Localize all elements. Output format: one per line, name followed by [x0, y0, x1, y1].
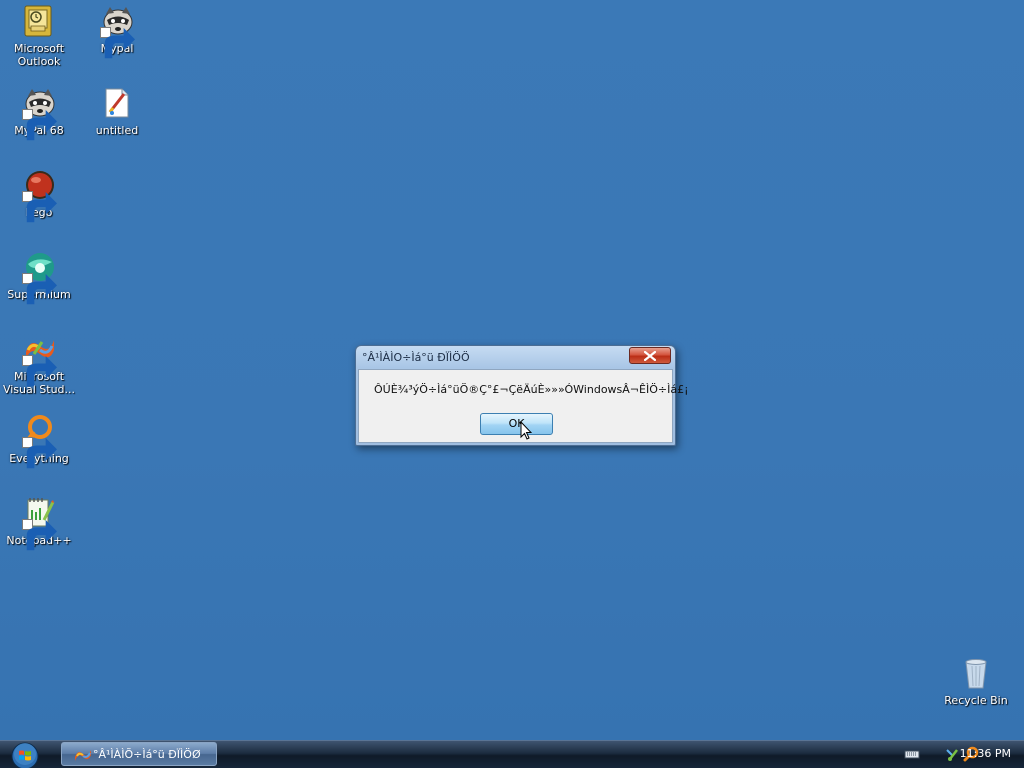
shortcut-arrow-icon [22, 191, 57, 223]
desktop-icon-pego[interactable]: Pego [0, 168, 78, 223]
dialog-titlebar[interactable]: °Â¹ÌÀÌO÷Ìá°ü ÐÏÌÖÖ [356, 346, 675, 370]
desktop-icon-supermium[interactable]: Supermium [0, 250, 78, 305]
shortcut-arrow-icon [22, 519, 57, 551]
dialog-title: °Â¹ÌÀÌO÷Ìá°ü ÐÏÌÖÖ [362, 351, 470, 364]
desktop-icon-label: untitled [95, 124, 139, 137]
dialog-message: ÔÚÈ¾³ýÖ÷Ìá°üÖ®Ç°£¬ÇëÄúÈ»»»ÓWindowsÂ¬ÊÌÖ÷… [374, 383, 689, 396]
shortcut-arrow-icon [22, 355, 57, 387]
pego-red-ball-icon [22, 168, 57, 223]
mypal-raccoon-icon [100, 4, 135, 59]
windows-start-orb-icon [11, 742, 39, 768]
desktop-icon-untitled[interactable]: untitled [78, 86, 156, 137]
desktop-icon-microsoft-outlook[interactable]: Microsoft Outlook [0, 4, 78, 68]
recycle-bin-icon [959, 656, 993, 690]
paint-document-icon [100, 86, 134, 120]
network-icon[interactable] [945, 746, 961, 762]
supermium-icon [22, 250, 57, 305]
desktop-icon-everything[interactable]: Everything [0, 414, 78, 469]
taskbar-app-label: °Â¹ÌÀÌÕ÷Ìá°ü ÐÏÌÖØ [93, 748, 201, 761]
desktop-icon-visual-studio[interactable]: Microsoft Visual Stud... [0, 332, 78, 396]
everything-search-icon [22, 414, 57, 469]
desktop-icon-label: Recycle Bin [944, 694, 1008, 707]
shortcut-arrow-icon [100, 27, 135, 59]
desktop-icon-label: Microsoft [13, 42, 65, 55]
visual-studio-icon [22, 332, 57, 387]
app-colorful-icon [75, 750, 91, 761]
keyboard-icon[interactable] [904, 746, 920, 762]
shortcut-arrow-icon [22, 273, 57, 305]
message-dialog: °Â¹ÌÀÌO÷Ìá°ü ÐÏÌÖÖ ÔÚÈ¾³ýÖ÷Ìá°üÖ®Ç°£¬ÇëÄ… [355, 345, 688, 446]
desktop-icon-mypal-68[interactable]: MyPal 68 [0, 86, 78, 141]
shortcut-arrow-icon [22, 437, 57, 469]
taskbar: °Â¹ÌÀÌÕ÷Ìá°ü ÐÏÌÖØ 11:36 PM [0, 740, 1024, 768]
start-button[interactable] [10, 741, 40, 768]
close-x-icon [644, 351, 656, 361]
system-tray: 11:36 PM [874, 741, 1024, 768]
tray-clock[interactable]: 11:36 PM [960, 747, 1011, 760]
notepadpp-icon [22, 496, 57, 551]
dialog-client-area: ÔÚÈ¾³ýÖ÷Ìá°üÖ®Ç°£¬ÇëÄúÈ»»»ÓWindowsÂ¬ÊÌÖ÷… [358, 369, 688, 443]
desktop-icon-label: Outlook [17, 55, 61, 68]
shortcut-arrow-icon [22, 109, 57, 141]
dialog-close-button[interactable] [629, 347, 671, 364]
desktop-icon-mypal[interactable]: Mypal [78, 4, 156, 59]
outlook-icon [22, 4, 56, 38]
desktop-icon-recycle-bin[interactable]: Recycle Bin [937, 656, 1015, 707]
ok-button[interactable]: OK [480, 413, 553, 435]
mypal-raccoon-icon [22, 86, 57, 141]
taskbar-app-button[interactable]: °Â¹ÌÀÌÕ÷Ìá°ü ÐÏÌÖØ [61, 742, 217, 766]
desktop-icon-notepadpp[interactable]: Notepad++ [0, 496, 78, 551]
